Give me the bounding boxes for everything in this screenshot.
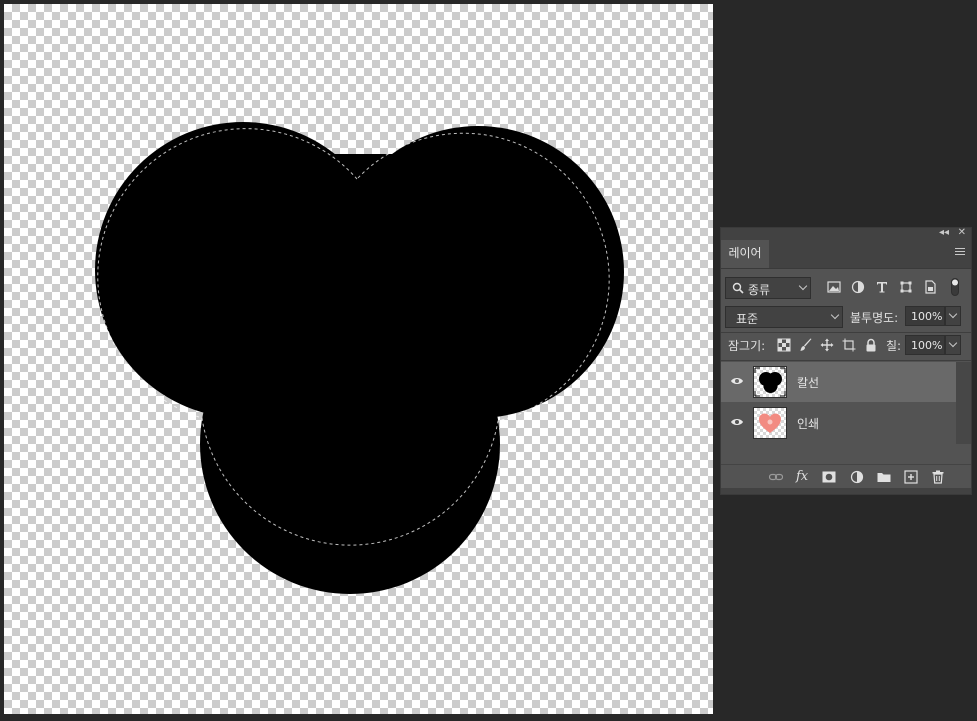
trefoil-thumbnail-shape: [754, 367, 786, 397]
tab-layers[interactable]: 레이어: [721, 240, 769, 268]
lock-artboard-icon[interactable]: [842, 338, 856, 352]
panel-resize-grip[interactable]: [721, 488, 971, 494]
lock-all-icon[interactable]: [864, 338, 878, 352]
eye-visibility-icon[interactable]: [730, 417, 744, 427]
filter-toggle-icon[interactable]: [951, 278, 959, 296]
trash-icon[interactable]: [931, 470, 945, 484]
type-filter-icon[interactable]: [875, 280, 889, 294]
panel-tab-bar: 레이어: [721, 240, 971, 269]
lock-transparent-pixels-icon[interactable]: [777, 338, 791, 352]
adjustment-layer-icon[interactable]: [850, 470, 864, 484]
panel-title-strip: ◂◂ ✕: [721, 227, 971, 240]
layer-thumbnail[interactable]: [753, 366, 787, 398]
image-filter-icon[interactable]: [827, 280, 841, 294]
chevron-down-icon: [798, 281, 808, 291]
fx-icon[interactable]: fx: [796, 469, 808, 484]
layer-thumbnail[interactable]: [753, 407, 787, 439]
lock-label: 잠그기:: [728, 339, 766, 353]
opacity-slider-toggle[interactable]: [945, 306, 961, 326]
shape-filter-icon[interactable]: [899, 280, 913, 294]
layer-name[interactable]: 칼선: [797, 374, 819, 391]
smart-object-filter-icon[interactable]: [923, 280, 937, 294]
fill-input[interactable]: 100%: [905, 335, 945, 355]
layers-panel: ◂◂ ✕ 레이어 종류 표준 불투명도: 100% 잠그기: 칠: 100% 칼…: [720, 227, 972, 495]
chevron-down-icon: [948, 338, 958, 348]
hamburger-menu-icon[interactable]: [955, 248, 965, 256]
search-icon: [732, 282, 744, 294]
layer-row-kalseon[interactable]: 칼선: [721, 362, 956, 402]
blend-mode-value: 표준: [736, 312, 759, 326]
link-layers-icon[interactable]: [769, 470, 783, 484]
opacity-label: 불투명도:: [850, 311, 899, 325]
layers-scrollbar[interactable]: [956, 362, 971, 444]
heart-thumbnail-shape: [759, 413, 781, 433]
layer-row-inswae[interactable]: 인쇄: [721, 403, 956, 443]
group-folder-icon[interactable]: [877, 470, 891, 484]
document-canvas[interactable]: [4, 4, 713, 714]
double-chevron-left-icon[interactable]: ◂◂: [939, 227, 949, 239]
close-icon[interactable]: ✕: [958, 227, 966, 239]
add-mask-icon[interactable]: [822, 470, 836, 484]
trefoil-shape[interactable]: [4, 4, 713, 714]
divider: [721, 332, 971, 333]
divider: [721, 360, 971, 361]
fill-label: 칠:: [886, 339, 902, 353]
chevron-down-icon: [948, 309, 958, 319]
layer-filter-kind-dropdown[interactable]: 종류: [725, 277, 811, 299]
adjustment-filter-icon[interactable]: [851, 280, 865, 294]
layer-name[interactable]: 인쇄: [797, 415, 819, 432]
filter-kind-label: 종류: [748, 283, 771, 297]
blend-mode-dropdown[interactable]: 표준: [725, 306, 843, 328]
fill-slider-toggle[interactable]: [945, 335, 961, 355]
lock-image-pixels-icon[interactable]: [799, 338, 813, 352]
eye-visibility-icon[interactable]: [730, 376, 744, 386]
workspace: ◂◂ ✕ 레이어 종류 표준 불투명도: 100% 잠그기: 칠: 100% 칼…: [0, 0, 977, 721]
lock-position-icon[interactable]: [820, 338, 834, 352]
opacity-input[interactable]: 100%: [905, 306, 945, 326]
new-layer-icon[interactable]: [904, 470, 918, 484]
chevron-down-icon: [830, 310, 840, 320]
layers-bottom-toolbar: fx: [721, 464, 971, 489]
